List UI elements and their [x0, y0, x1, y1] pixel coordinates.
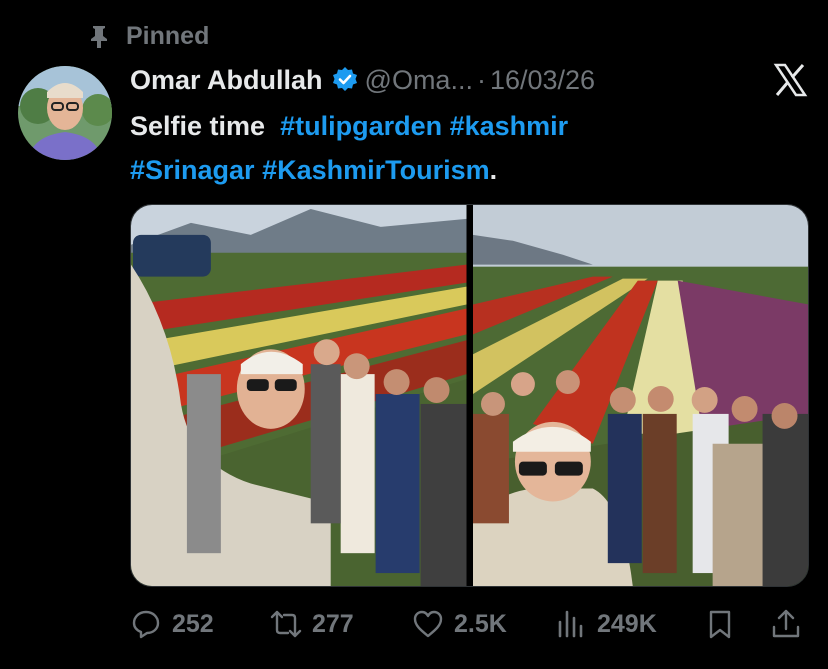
- reply-count: 252: [172, 609, 214, 638]
- action-bar: 252 277 2.5K 249K: [130, 604, 810, 644]
- reply-button[interactable]: 252: [130, 604, 214, 644]
- hashtag-srinagar[interactable]: #Srinagar: [130, 155, 255, 185]
- post-date[interactable]: 16/03/26: [490, 65, 595, 96]
- hashtag-kashmirtourism[interactable]: #KashmirTourism: [262, 155, 490, 185]
- post-body: Selfie time: [130, 111, 266, 141]
- repost-button[interactable]: 277: [270, 604, 354, 644]
- repost-icon: [270, 610, 302, 638]
- post-text: Selfie time #tulipgarden #kashmir #Srina…: [130, 104, 750, 192]
- author-handle[interactable]: @Oma...: [365, 65, 473, 96]
- views-icon: [558, 610, 583, 638]
- avatar[interactable]: [18, 66, 112, 160]
- like-button[interactable]: 2.5K: [412, 604, 507, 644]
- share-icon: [772, 609, 800, 638]
- pinned-indicator: Pinned: [88, 20, 209, 52]
- like-count: 2.5K: [454, 609, 507, 638]
- hashtag-tulipgarden[interactable]: #tulipgarden: [280, 111, 442, 141]
- views-count: 249K: [597, 609, 657, 638]
- views-button[interactable]: 249K: [555, 604, 657, 644]
- separator-dot: ·: [476, 64, 486, 95]
- pin-icon: [91, 26, 107, 48]
- reply-icon: [132, 610, 160, 639]
- repost-count: 277: [312, 609, 354, 638]
- media-grid: [130, 204, 809, 587]
- bookmark-icon: [709, 610, 731, 639]
- share-button[interactable]: [770, 604, 802, 644]
- photo-2[interactable]: [472, 205, 808, 586]
- bookmark-button[interactable]: [704, 604, 736, 644]
- post-header: Omar Abdullah @Oma... · 16/03/26: [130, 60, 595, 100]
- hashtag-kashmir[interactable]: #kashmir: [450, 111, 569, 141]
- like-icon: [413, 610, 443, 638]
- pinned-label: Pinned: [126, 21, 210, 50]
- post-trailing: .: [489, 155, 498, 185]
- photo-1[interactable]: [131, 205, 467, 586]
- x-logo-icon[interactable]: [772, 62, 808, 98]
- verified-badge-icon: [332, 67, 357, 91]
- author-name[interactable]: Omar Abdullah: [130, 65, 323, 96]
